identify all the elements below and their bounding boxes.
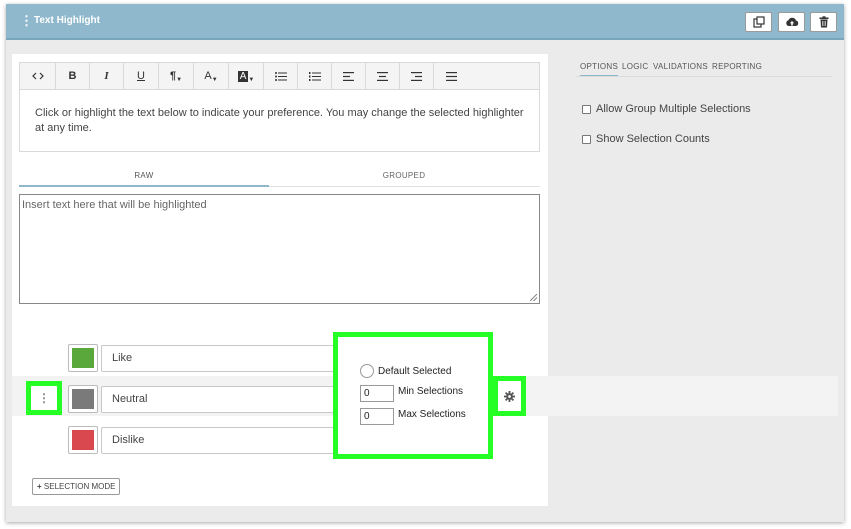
- numbered-list-button[interactable]: [298, 63, 332, 89]
- tab-logic[interactable]: LOGIC: [622, 62, 648, 71]
- selection-mode-button[interactable]: + SELECTION MODE: [32, 478, 121, 495]
- card-header: ⋮ Text Highlight: [6, 4, 844, 40]
- tab-validations[interactable]: VALIDATIONS: [653, 62, 708, 71]
- allow-group-label: Allow Group Multiple Selections: [596, 103, 751, 115]
- color-swatch-button[interactable]: [68, 344, 98, 372]
- max-selections-label: Max Selections: [398, 409, 466, 420]
- min-selections-label: Min Selections: [398, 386, 464, 397]
- formatting-toolbar: B I U ¶ ▼ A ▼ A ▼: [19, 62, 540, 90]
- paragraph-button[interactable]: ¶ ▼: [159, 63, 194, 89]
- align-right-icon: [411, 71, 422, 81]
- max-selections-input[interactable]: 0: [360, 408, 394, 425]
- allow-group-checkbox[interactable]: [582, 104, 591, 114]
- numbered-list-icon: [308, 71, 321, 81]
- row-settings-button[interactable]: [493, 376, 526, 416]
- color-swatch: [72, 348, 94, 368]
- font-color-icon: A: [204, 70, 212, 82]
- color-swatch: [72, 389, 94, 409]
- plus-icon: +: [37, 482, 42, 491]
- question-prompt[interactable]: Click or highlight the text below to ind…: [19, 90, 540, 152]
- color-swatch: [72, 430, 94, 450]
- trash-icon: [819, 16, 828, 28]
- bold-button[interactable]: B: [56, 63, 90, 89]
- underline-button[interactable]: U: [124, 63, 159, 89]
- dropdown-caret-icon: ▼: [176, 77, 183, 83]
- copy-icon: [752, 16, 765, 28]
- align-left-button[interactable]: [332, 63, 366, 89]
- tab-grouped[interactable]: GROUPED: [279, 171, 529, 187]
- drag-handle-icon[interactable]: ⋮: [20, 14, 33, 27]
- dropdown-caret-icon: ▼: [248, 77, 255, 83]
- align-left-icon: [343, 71, 354, 81]
- bullet-list-icon: [274, 71, 287, 81]
- color-swatch-button[interactable]: [68, 426, 98, 454]
- tab-reporting[interactable]: REPORTING: [712, 62, 762, 71]
- card-title: Text Highlight: [34, 15, 100, 26]
- highlighter-settings-popup: Default Selected 0 Min Selections 0 Max …: [333, 332, 493, 459]
- justify-icon: [445, 71, 457, 81]
- delete-button[interactable]: [810, 12, 837, 32]
- copy-button[interactable]: [745, 12, 772, 32]
- code-view-button[interactable]: [20, 63, 56, 89]
- tabs-divider: [576, 76, 832, 77]
- color-swatch-button[interactable]: [68, 385, 98, 413]
- font-color-button[interactable]: A ▼: [194, 63, 229, 89]
- dropdown-caret-icon: ▼: [211, 77, 218, 83]
- tab-raw[interactable]: RAW: [19, 171, 269, 187]
- tab-options[interactable]: OPTIONS: [580, 62, 619, 77]
- align-center-button[interactable]: [366, 63, 400, 89]
- highlight-text-input[interactable]: Insert text here that will be highlighte…: [19, 194, 540, 304]
- highlighter-label-input[interactable]: Dislike: [101, 427, 341, 454]
- justify-button[interactable]: [434, 63, 468, 89]
- align-right-button[interactable]: [400, 63, 434, 89]
- italic-button[interactable]: I: [90, 63, 124, 89]
- bullet-list-button[interactable]: [264, 63, 298, 89]
- highlighter-label-input[interactable]: Neutral: [101, 386, 341, 413]
- highlight-color-icon: A: [237, 70, 249, 82]
- highlight-color-button[interactable]: A ▼: [229, 63, 264, 89]
- highlighter-label-input[interactable]: Like: [101, 345, 341, 372]
- allow-group-option[interactable]: Allow Group Multiple Selections: [582, 103, 751, 115]
- show-counts-option[interactable]: Show Selection Counts: [582, 133, 710, 145]
- show-counts-label: Show Selection Counts: [596, 133, 710, 145]
- code-icon: [31, 72, 44, 80]
- save-button[interactable]: [778, 12, 805, 32]
- content-tabs: RAW GROUPED: [19, 171, 540, 187]
- default-selected-radio[interactable]: [360, 364, 374, 378]
- min-selections-input[interactable]: 0: [360, 385, 394, 402]
- selection-mode-label: SELECTION MODE: [43, 482, 116, 491]
- align-center-icon: [377, 71, 388, 81]
- row-drag-handle[interactable]: ⋮: [26, 381, 62, 415]
- gear-icon: [504, 390, 515, 402]
- cloud-upload-icon: [785, 17, 798, 26]
- resize-handle-icon[interactable]: [530, 294, 537, 301]
- default-selected-label: Default Selected: [378, 366, 452, 377]
- show-counts-checkbox[interactable]: [582, 134, 591, 144]
- vertical-dots-icon: ⋮: [38, 391, 50, 405]
- textarea-placeholder: Insert text here that will be highlighte…: [22, 199, 207, 211]
